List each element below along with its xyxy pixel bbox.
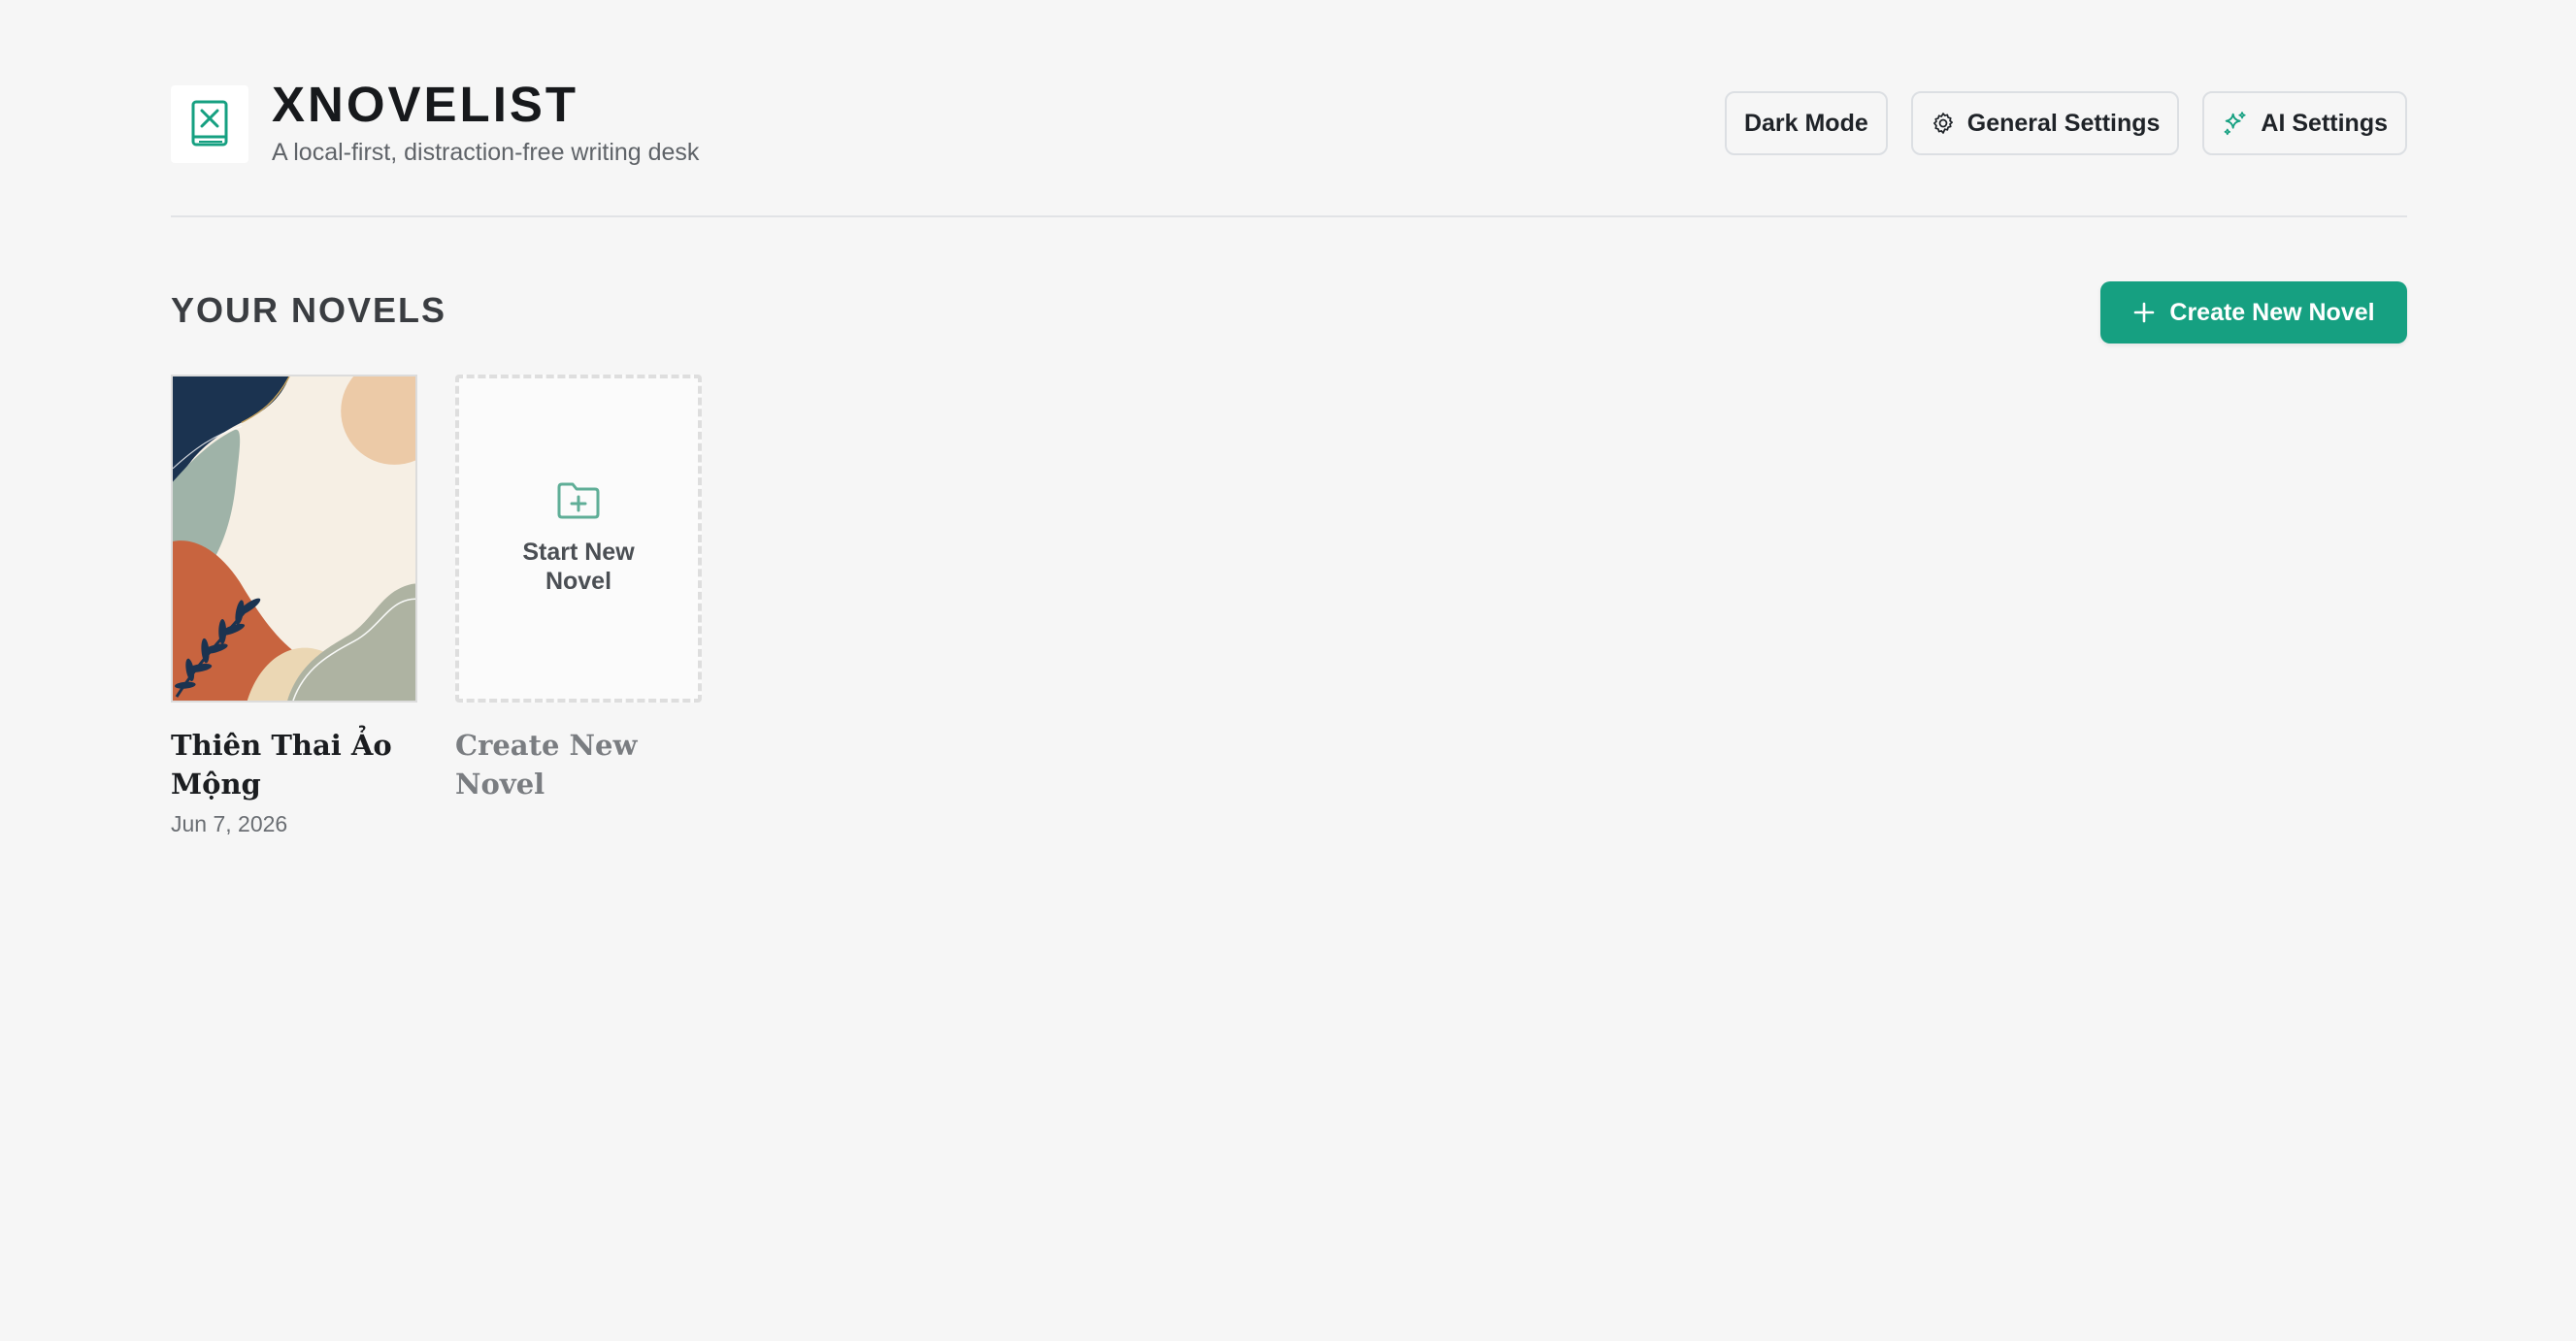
folder-plus-icon [557, 482, 600, 519]
header-actions: Dark Mode General Settings AI Settings [1724, 91, 2407, 155]
novel-title[interactable]: Thiên Thai Ảo Mộng [171, 726, 417, 803]
app-header: XNOVELIST A local-first, distraction-fre… [171, 77, 2407, 166]
sparkles-icon [2224, 112, 2247, 136]
novel-date: Jun 7, 2026 [171, 811, 288, 836]
new-novel-cover-label: Start New Novel [522, 539, 635, 595]
new-novel-card[interactable]: Start New Novel Create New Novel [455, 375, 702, 803]
create-new-novel-label: Create New Novel [2169, 298, 2375, 326]
app-subtitle: A local-first, distraction-free writing … [272, 139, 700, 166]
app-logo [171, 85, 248, 163]
new-novel-cover[interactable]: Start New Novel [455, 375, 702, 703]
header-divider [171, 215, 2407, 217]
plus-icon [2134, 302, 2155, 323]
create-new-novel-button[interactable]: Create New Novel [2100, 281, 2407, 343]
dark-mode-label: Dark Mode [1743, 109, 1868, 137]
ai-settings-button[interactable]: AI Settings [2202, 91, 2407, 155]
ai-settings-label: AI Settings [2261, 109, 2388, 137]
general-settings-button[interactable]: General Settings [1910, 91, 2180, 155]
dark-mode-button[interactable]: Dark Mode [1724, 91, 1888, 155]
book-icon [191, 100, 228, 147]
novel-card[interactable]: Thiên Thai Ảo Mộng Jun 7, 2026 [171, 375, 417, 837]
novel-cover[interactable] [171, 375, 417, 703]
general-settings-label: General Settings [1966, 109, 2161, 137]
app-title: XNOVELIST [272, 77, 579, 132]
gear-icon [1932, 113, 1953, 134]
section-title: YOUR NOVELS [171, 290, 447, 330]
new-novel-title[interactable]: Create New Novel [455, 726, 702, 803]
